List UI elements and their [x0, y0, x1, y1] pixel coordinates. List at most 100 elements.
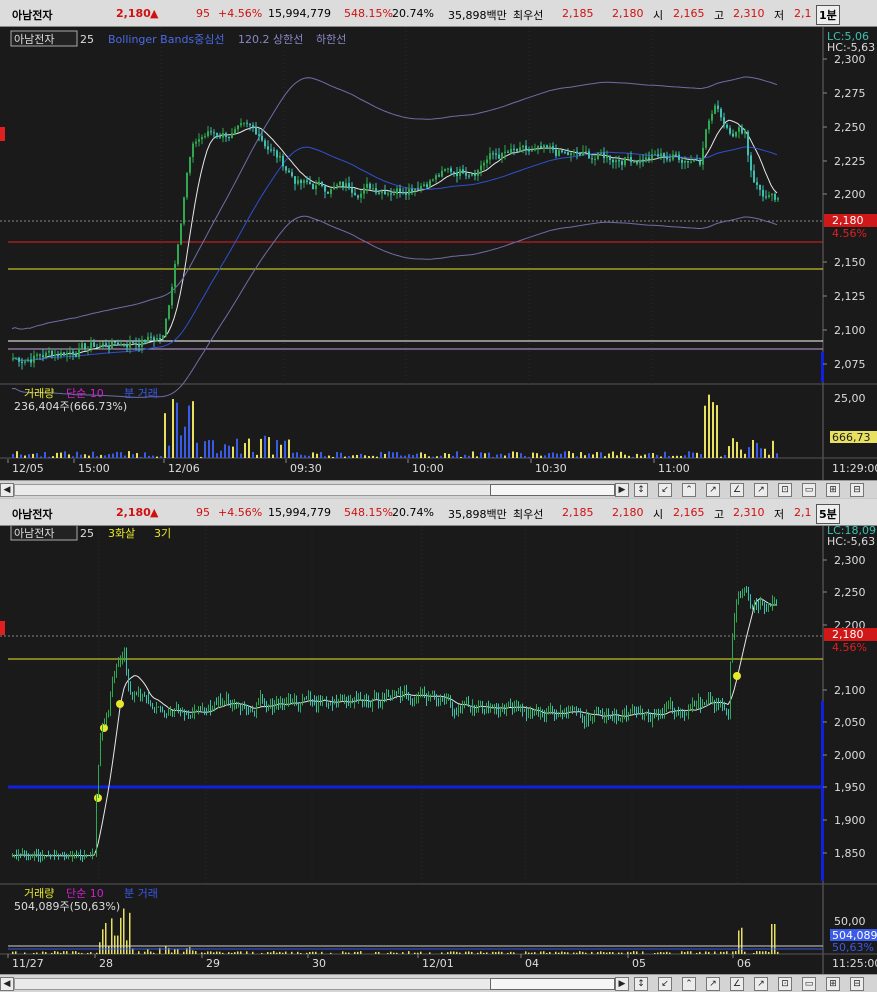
volume-bar [165, 946, 167, 954]
scroll-thumb[interactable] [490, 978, 615, 990]
stock-name[interactable]: 아남전자 [12, 506, 52, 522]
scrollbar-1[interactable]: ◀ ▶ ↕ ↙ ⌃ ↗ ∠ ↗ ⊡ ▭ ⊞ ⊟ [0, 480, 877, 498]
toolbar-tool-icon[interactable]: ↙ [658, 977, 672, 991]
volume-bar [380, 451, 382, 458]
volume-bar [736, 441, 738, 458]
volume-bar [168, 445, 170, 458]
toolbar-tool-icon[interactable]: ⊟ [850, 483, 864, 497]
toolbar-tool-icon[interactable]: ⊟ [850, 977, 864, 991]
volume-bar [393, 952, 395, 954]
volume-bar [312, 951, 314, 954]
volume-bar [692, 452, 694, 458]
volume-bar [572, 453, 574, 458]
volume-bar [652, 453, 654, 458]
indicator-2-name[interactable]: 3기 [154, 527, 171, 540]
scroll-right-icon[interactable]: ▶ [615, 483, 629, 497]
candle [258, 134, 260, 136]
volume: 15,994,779 [268, 7, 331, 20]
volume-bar [597, 952, 599, 954]
toolbar-tool-icon[interactable]: ⊞ [826, 977, 840, 991]
volume-bar [28, 454, 30, 458]
volume-bar [387, 952, 389, 954]
candle [228, 136, 230, 138]
toolbar-tool-icon[interactable]: ⊞ [826, 483, 840, 497]
toolbar-tool-icon[interactable]: ▭ [802, 483, 816, 497]
volume-label[interactable]: 거래량 [24, 887, 54, 900]
volume-bar [660, 456, 662, 458]
candle [33, 355, 35, 363]
stock-name[interactable]: 아남전자 [12, 7, 52, 23]
volume-bar [330, 952, 332, 954]
candle [408, 189, 410, 195]
candle [357, 195, 359, 198]
volume-bar [172, 399, 174, 458]
toolbar-tool-icon[interactable]: ⌃ [682, 977, 696, 991]
toolbar-tool-icon[interactable]: ↕ [634, 977, 648, 991]
volume-bar [208, 440, 210, 458]
candle [504, 151, 506, 153]
scroll-thumb[interactable] [490, 484, 615, 496]
volume-bar [51, 952, 53, 954]
volume-bar [528, 456, 530, 458]
volume-bar [388, 451, 390, 458]
toolbar-tool-icon[interactable]: ⌃ [682, 483, 696, 497]
volume-bar [624, 454, 626, 458]
volume-bar [171, 952, 173, 954]
toolbar-tool-icon[interactable]: ↗ [706, 483, 720, 497]
price-chart-1min[interactable]: 아남전자 25 Bollinger Bands중심선 120.2 상한선 하한선… [0, 27, 877, 480]
toolbar-tool-icon[interactable]: ⊡ [778, 483, 792, 497]
indicator-name[interactable]: Bollinger Bands중심선 [108, 33, 225, 46]
candle [633, 161, 635, 163]
candle [153, 337, 155, 341]
volume-bar [212, 440, 214, 458]
indicator-value: 120.2 [238, 33, 270, 46]
volume-bar [80, 454, 82, 458]
volume-bar [700, 454, 702, 458]
candle [729, 127, 731, 134]
toolbar-tool-icon[interactable]: ▭ [802, 977, 816, 991]
volume-label[interactable]: 거래량 [24, 387, 54, 400]
candle [465, 173, 467, 176]
candle [360, 193, 362, 198]
scrollbar-2[interactable]: ◀ ▶ ↕ ↙ ⌃ ↗ ∠ ↗ ⊡ ▭ ⊞ ⊟ [0, 974, 877, 992]
toolbar-tool-icon[interactable]: ↗ [706, 977, 720, 991]
chart-symbol[interactable]: 아남전자 [14, 33, 54, 46]
volume-bar [492, 951, 494, 954]
candle [579, 153, 581, 156]
scroll-left-icon[interactable]: ◀ [0, 483, 14, 497]
volume-bar [549, 951, 551, 954]
candle [429, 180, 431, 188]
volume-bar [633, 951, 635, 954]
volume-bar [532, 452, 534, 458]
volume-bar [484, 453, 486, 458]
candle [402, 191, 404, 193]
period-button[interactable]: 1분 [816, 5, 840, 25]
toolbar-tool-icon[interactable]: ↕ [634, 483, 648, 497]
price-chart-5min[interactable]: 아남전자 25 3화살 3기 LC:18,09 HC:-5,63 2,3002,… [0, 526, 877, 974]
indicator-name[interactable]: 3화살 [108, 527, 135, 540]
toolbar-tool-icon[interactable]: ∠ [730, 977, 744, 991]
signal-dot[interactable] [116, 700, 124, 708]
toolbar-tool-icon[interactable]: ⊡ [778, 977, 792, 991]
candle [585, 151, 587, 153]
scroll-left-icon[interactable]: ◀ [0, 977, 14, 991]
candle [513, 148, 515, 150]
candle [351, 188, 353, 193]
toolbar-tool-icon[interactable]: ↗ [754, 483, 768, 497]
volume-bar [236, 438, 238, 458]
toolbar-tool-icon[interactable]: ↗ [754, 977, 768, 991]
volume-bar [564, 451, 566, 458]
toolbar-tool-icon[interactable]: ↙ [658, 483, 672, 497]
volume-bar [540, 455, 542, 458]
high-label: 고 [714, 9, 725, 22]
chart-symbol[interactable]: 아남전자 [14, 527, 54, 540]
volume-bar [44, 452, 46, 458]
period-button[interactable]: 5분 [816, 504, 840, 524]
candle [630, 157, 632, 163]
volume: 15,994,779 [268, 506, 331, 519]
price-tick: 2,275 [834, 87, 866, 100]
toolbar-tool-icon[interactable]: ∠ [730, 483, 744, 497]
signal-dot[interactable] [733, 672, 741, 680]
time-tick: 10:30 [535, 462, 567, 475]
scroll-right-icon[interactable]: ▶ [615, 977, 629, 991]
